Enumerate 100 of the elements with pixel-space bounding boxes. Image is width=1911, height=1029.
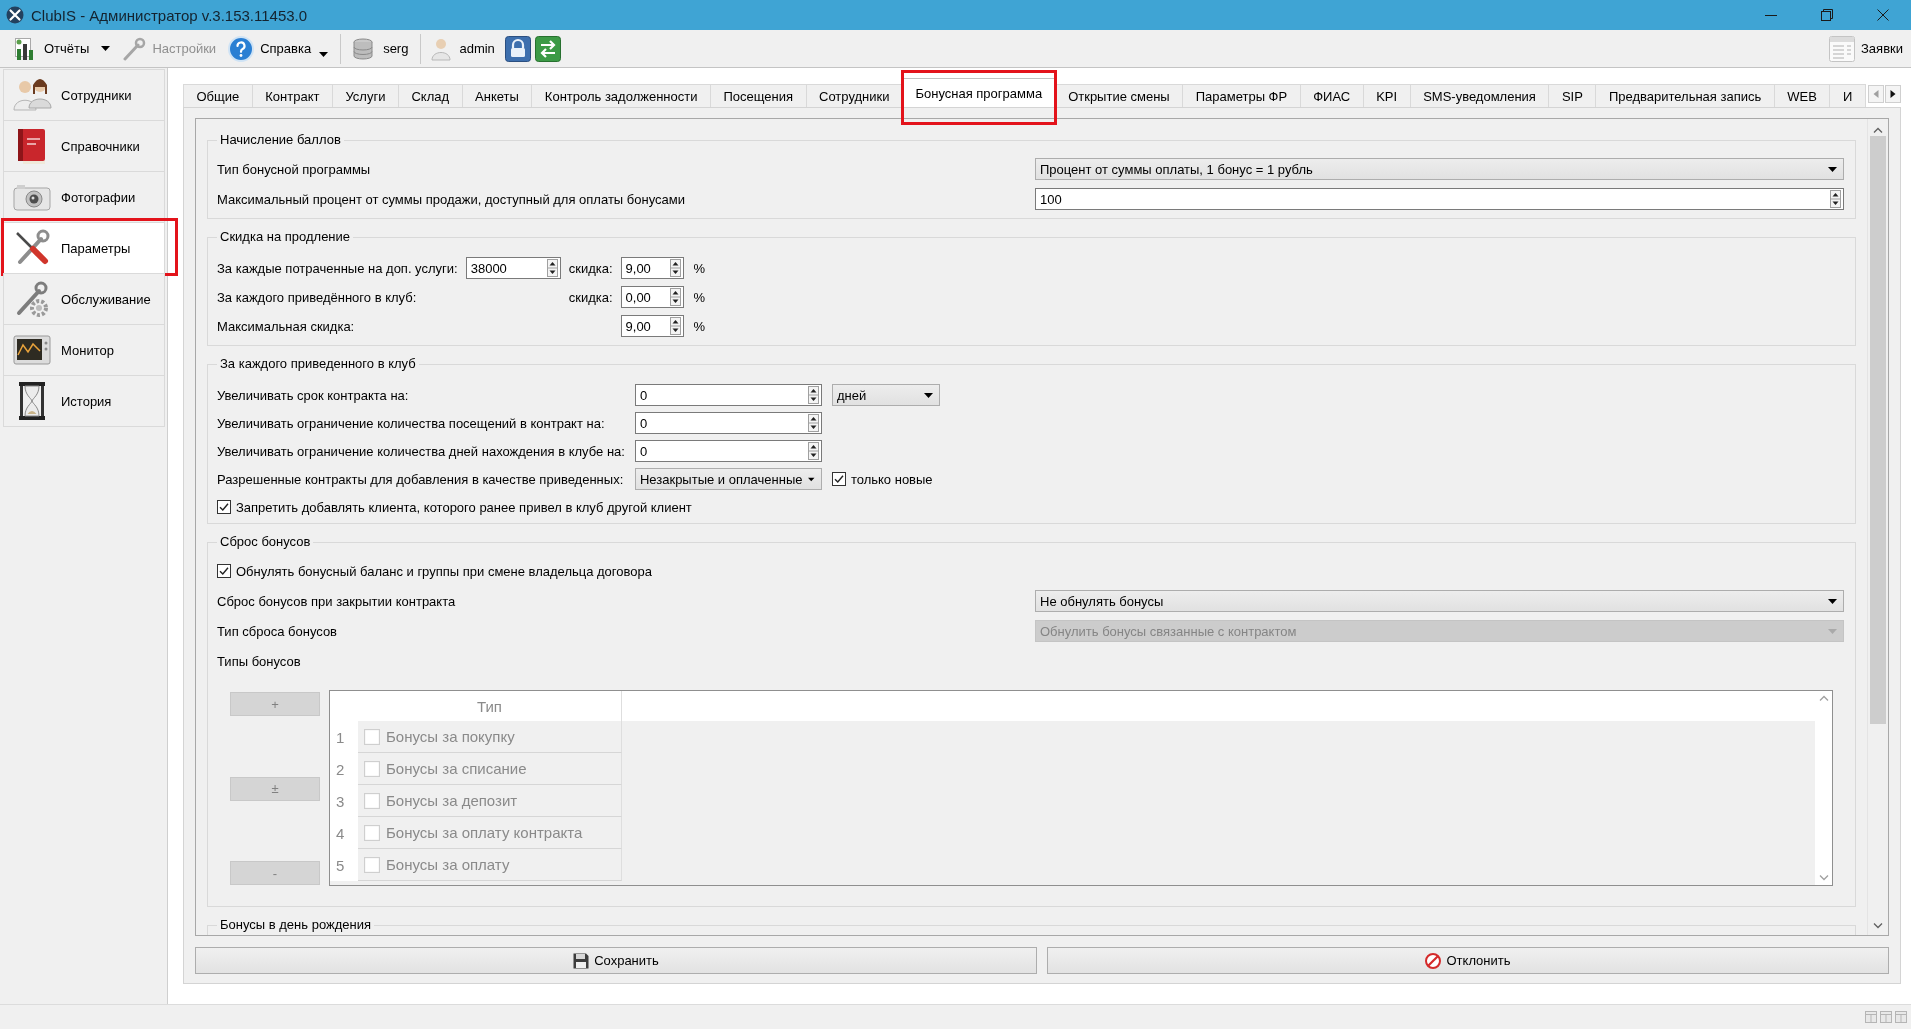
- spin-arrows-icon[interactable]: [669, 317, 681, 335]
- field-label: Увеличивать ограничение количества дней нахождения в клубе на:: [217, 443, 625, 459]
- tab[interactable]: Параметры ФР: [1182, 84, 1301, 107]
- spin-arrows-icon[interactable]: [669, 288, 681, 306]
- sidebar-item[interactable]: Фотографии: [3, 171, 165, 223]
- tab[interactable]: KPI: [1362, 84, 1411, 107]
- sidebar-item[interactable]: Сотрудники: [3, 69, 165, 121]
- dropdown[interactable]: дней: [831, 384, 940, 406]
- tab[interactable]: Контракт: [251, 84, 333, 107]
- row-number: 4: [330, 817, 358, 849]
- cancel-button[interactable]: Отклонить: [1047, 947, 1889, 974]
- tab[interactable]: Общие: [183, 84, 253, 107]
- number-field[interactable]: 38000: [465, 257, 561, 279]
- scrollbar-thumb[interactable]: [1870, 136, 1886, 724]
- field-label: Увеличивать ограничение количества посещений в контракт на:: [217, 415, 606, 431]
- tab[interactable]: WEB: [1773, 84, 1831, 107]
- user-name: admin: [459, 41, 495, 56]
- group-title: Начисление баллов: [219, 132, 342, 148]
- wrench-icon: [122, 36, 147, 61]
- group-title: Сброс бонусов: [219, 534, 312, 550]
- dropdown[interactable]: Не обнулять бонусы: [1035, 590, 1844, 612]
- number-field[interactable]: 100: [1035, 188, 1844, 210]
- swap-arrows-icon[interactable]: [534, 35, 561, 62]
- dropdown[interactable]: Процент от суммы оплаты, 1 бонус = 1 рубль: [1035, 158, 1844, 180]
- tab[interactable]: ФИАС: [1299, 84, 1364, 107]
- tab[interactable]: Открытие смены: [1054, 84, 1184, 107]
- field-label: За каждого приведённого в клуб:: [217, 289, 418, 305]
- table-list-icon: [1829, 35, 1855, 62]
- sidebar-item[interactable]: Монитор: [3, 324, 165, 376]
- close-icon[interactable]: [1877, 9, 1889, 21]
- number-field[interactable]: 0: [634, 384, 822, 406]
- cell-text: Бонусы за оплату: [386, 856, 510, 873]
- cell-text: Бонусы за оплату контракта: [386, 824, 583, 841]
- tab[interactable]: SMS-уведомления: [1409, 84, 1550, 107]
- checkbox-label: только новые: [850, 471, 933, 487]
- tab[interactable]: SIP: [1548, 84, 1597, 107]
- field-label: За каждые потраченные на доп. услуги:: [217, 260, 458, 276]
- reports-button[interactable]: Отчёты: [8, 32, 117, 65]
- number-field[interactable]: 9,00: [620, 257, 684, 279]
- tab[interactable]: Склад: [397, 84, 463, 107]
- sidebar-item[interactable]: Справочники: [3, 120, 165, 172]
- caret-icon: [808, 476, 815, 482]
- group-title: Бонусы в день рождения: [219, 917, 372, 933]
- checkbox-label: Обнулять бонусный баланс и группы при смене владельца договора: [236, 563, 652, 579]
- prohibited-icon: [1425, 952, 1442, 969]
- number-field[interactable]: 0,00: [620, 286, 684, 308]
- spin-arrows-icon[interactable]: [807, 386, 819, 404]
- checkbox-label: Запретить добавлять клиента, которого ранее привел в клуб другой клиент: [236, 499, 692, 515]
- requests-button[interactable]: Заявки: [1823, 32, 1909, 65]
- scroll-up-icon[interactable]: [1873, 127, 1883, 133]
- caret-icon: [319, 51, 329, 57]
- help-button[interactable]: Справка: [222, 32, 335, 65]
- field-label: Типы бонусов: [217, 653, 302, 669]
- row-number: 2: [330, 753, 358, 785]
- checkbox[interactable]: [217, 500, 231, 514]
- tab[interactable]: Услуги: [331, 84, 399, 107]
- help-icon: [228, 35, 255, 62]
- tab[interactable]: И: [1829, 84, 1866, 107]
- row-number: 5: [330, 849, 358, 881]
- field-label: %: [692, 318, 706, 334]
- field-label: Максимальная скидка:: [217, 318, 356, 334]
- field-label: Тип сброса бонусов: [217, 623, 339, 639]
- field-label: Максимальный процент от суммы продажи, доступный для оплаты бонусами: [217, 191, 686, 207]
- group-title: Скидка на продление: [219, 229, 352, 245]
- caret-icon: [923, 392, 933, 398]
- database-user-name: serg: [383, 41, 409, 56]
- tab[interactable]: Предварительная запись: [1595, 84, 1775, 107]
- tab[interactable]: Анкеты: [461, 84, 533, 107]
- lock-icon[interactable]: [504, 35, 531, 62]
- group-title: За каждого приведенного в клуб: [219, 356, 417, 372]
- tab[interactable]: Контроль задолженности: [531, 84, 711, 107]
- checkbox[interactable]: [831, 472, 846, 486]
- dropdown[interactable]: Незакрытые и оплаченные: [634, 468, 822, 490]
- field-label: скидка:: [568, 260, 613, 276]
- caret-icon: [1828, 598, 1837, 604]
- number-field[interactable]: 9,00: [620, 315, 684, 337]
- tab[interactable]: Сотрудники: [805, 84, 903, 107]
- window-title: ClubIS - Администратор v.3.153.11453.0: [31, 6, 308, 24]
- number-field[interactable]: 0: [634, 412, 822, 434]
- spin-arrows-icon[interactable]: [546, 259, 558, 277]
- field-label: %: [692, 260, 706, 276]
- row-number: 3: [330, 785, 358, 817]
- field-label: Тип бонусной программы: [217, 161, 372, 177]
- spin-arrows-icon[interactable]: [807, 414, 819, 432]
- checkbox[interactable]: [217, 564, 231, 578]
- restore-icon[interactable]: [1821, 9, 1833, 21]
- spin-arrows-icon[interactable]: [1830, 190, 1841, 208]
- tab[interactable]: Посещения: [709, 84, 807, 107]
- database-icon: [351, 36, 376, 61]
- save-button[interactable]: Сохранить: [195, 947, 1037, 974]
- user-icon: [431, 36, 452, 61]
- sidebar-item[interactable]: Обслуживание: [3, 273, 165, 325]
- sidebar-item[interactable]: История: [3, 375, 165, 427]
- field-label: скидка:: [568, 289, 613, 305]
- caret-icon: [1828, 628, 1837, 634]
- row-number: 1: [330, 721, 358, 753]
- scroll-down-icon[interactable]: [1873, 923, 1883, 929]
- number-field[interactable]: 0: [634, 440, 822, 462]
- spin-arrows-icon[interactable]: [669, 259, 681, 277]
- spin-arrows-icon[interactable]: [807, 442, 819, 460]
